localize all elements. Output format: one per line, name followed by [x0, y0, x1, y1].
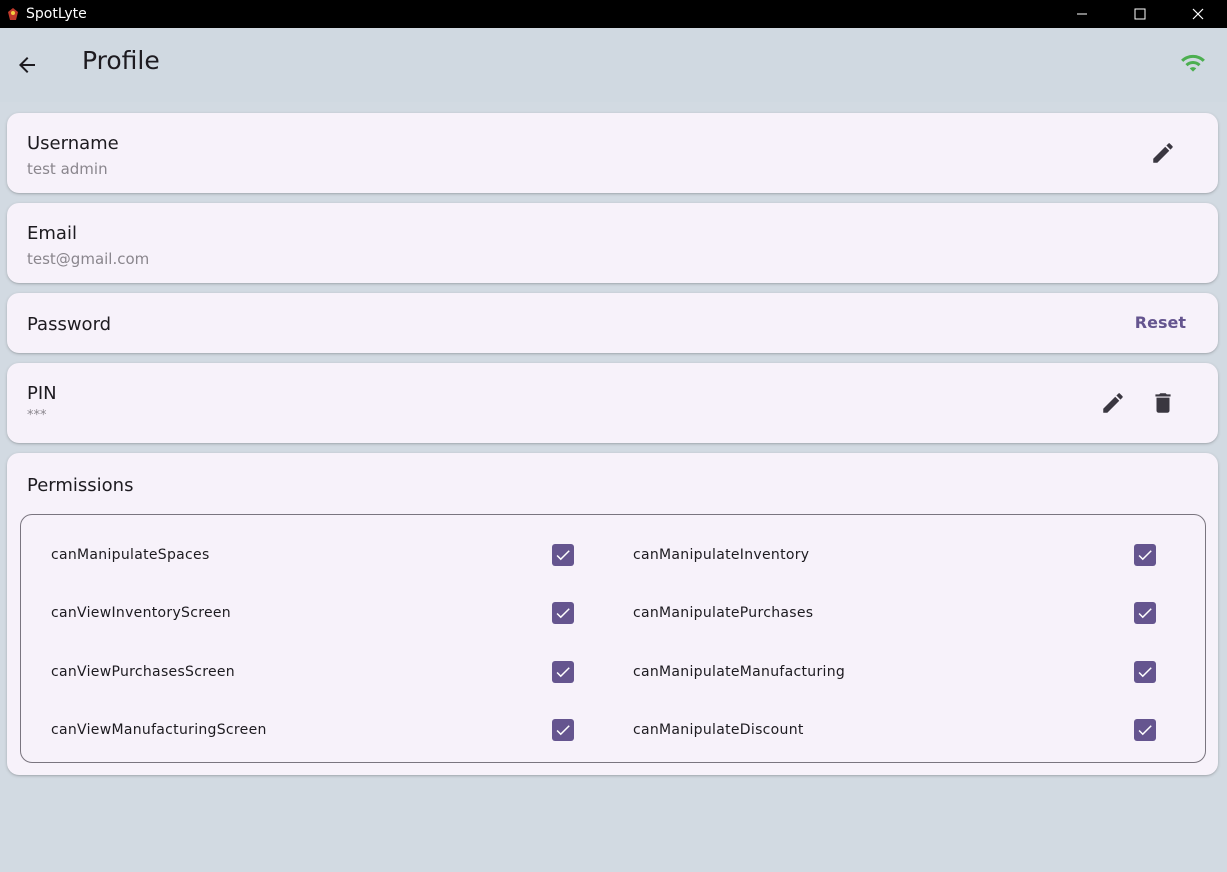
permission-checkbox[interactable] [552, 602, 574, 624]
pin-label: PIN [27, 383, 57, 404]
check-icon [556, 608, 570, 619]
check-icon [1138, 725, 1152, 736]
permissions-card: Permissions canManipulateSpaces canManip… [7, 453, 1218, 775]
permission-label: canViewPurchasesScreen [51, 664, 235, 680]
check-icon [1138, 667, 1152, 678]
permission-label: canManipulateDiscount [633, 722, 804, 738]
arrow-left-icon [19, 57, 35, 73]
check-icon [556, 667, 570, 678]
password-label: Password [27, 314, 112, 335]
close-button[interactable] [1169, 0, 1227, 28]
check-icon [1138, 550, 1152, 561]
app-bar: Profile [0, 28, 1227, 102]
username-card: Username test admin [7, 113, 1218, 193]
username-value: test admin [27, 160, 108, 178]
permission-checkbox[interactable] [1134, 544, 1156, 566]
edit-pin-button[interactable] [1093, 383, 1133, 423]
page-title: Profile [82, 46, 160, 75]
wifi-icon [1181, 54, 1205, 72]
permission-label: canManipulateManufacturing [633, 664, 846, 680]
email-value: test@gmail.com [27, 250, 150, 268]
permissions-label: Permissions [27, 475, 134, 496]
pencil-icon [1153, 143, 1173, 163]
permission-label: canManipulateSpaces [51, 547, 210, 563]
trash-icon [1155, 393, 1171, 413]
permission-label: canViewInventoryScreen [51, 605, 231, 621]
pencil-icon [1103, 393, 1123, 413]
permission-checkbox[interactable] [552, 544, 574, 566]
permission-label: canManipulatePurchases [633, 605, 814, 621]
window-titlebar: SpotLyte [0, 0, 1227, 28]
permissions-list: canManipulateSpaces canManipulateInvento… [20, 514, 1206, 763]
permission-checkbox[interactable] [552, 719, 574, 741]
permission-checkbox[interactable] [1134, 719, 1156, 741]
permission-checkbox[interactable] [1134, 661, 1156, 683]
email-label: Email [27, 223, 77, 244]
edit-username-button[interactable] [1143, 133, 1183, 173]
maximize-button[interactable] [1111, 0, 1169, 28]
minimize-button[interactable] [1053, 0, 1111, 28]
check-icon [1138, 608, 1152, 619]
check-icon [556, 550, 570, 561]
email-card: Email test@gmail.com [7, 203, 1218, 283]
minimize-icon [1077, 13, 1087, 15]
permission-checkbox[interactable] [1134, 602, 1156, 624]
app-logo-icon [8, 8, 18, 20]
username-label: Username [27, 133, 119, 154]
reset-password-button[interactable]: Reset [1135, 313, 1186, 332]
check-icon [556, 725, 570, 736]
password-card: Password Reset [7, 293, 1218, 353]
permission-label: canViewManufacturingScreen [51, 722, 267, 738]
pin-card: PIN *** [7, 363, 1218, 443]
window-title: SpotLyte [26, 6, 87, 22]
delete-pin-button[interactable] [1143, 383, 1183, 423]
permission-checkbox[interactable] [552, 661, 574, 683]
pin-value: *** [27, 408, 47, 423]
close-icon [1192, 8, 1204, 20]
permission-label: canManipulateInventory [633, 547, 810, 563]
back-button[interactable] [10, 48, 44, 82]
maximize-icon [1134, 8, 1146, 20]
